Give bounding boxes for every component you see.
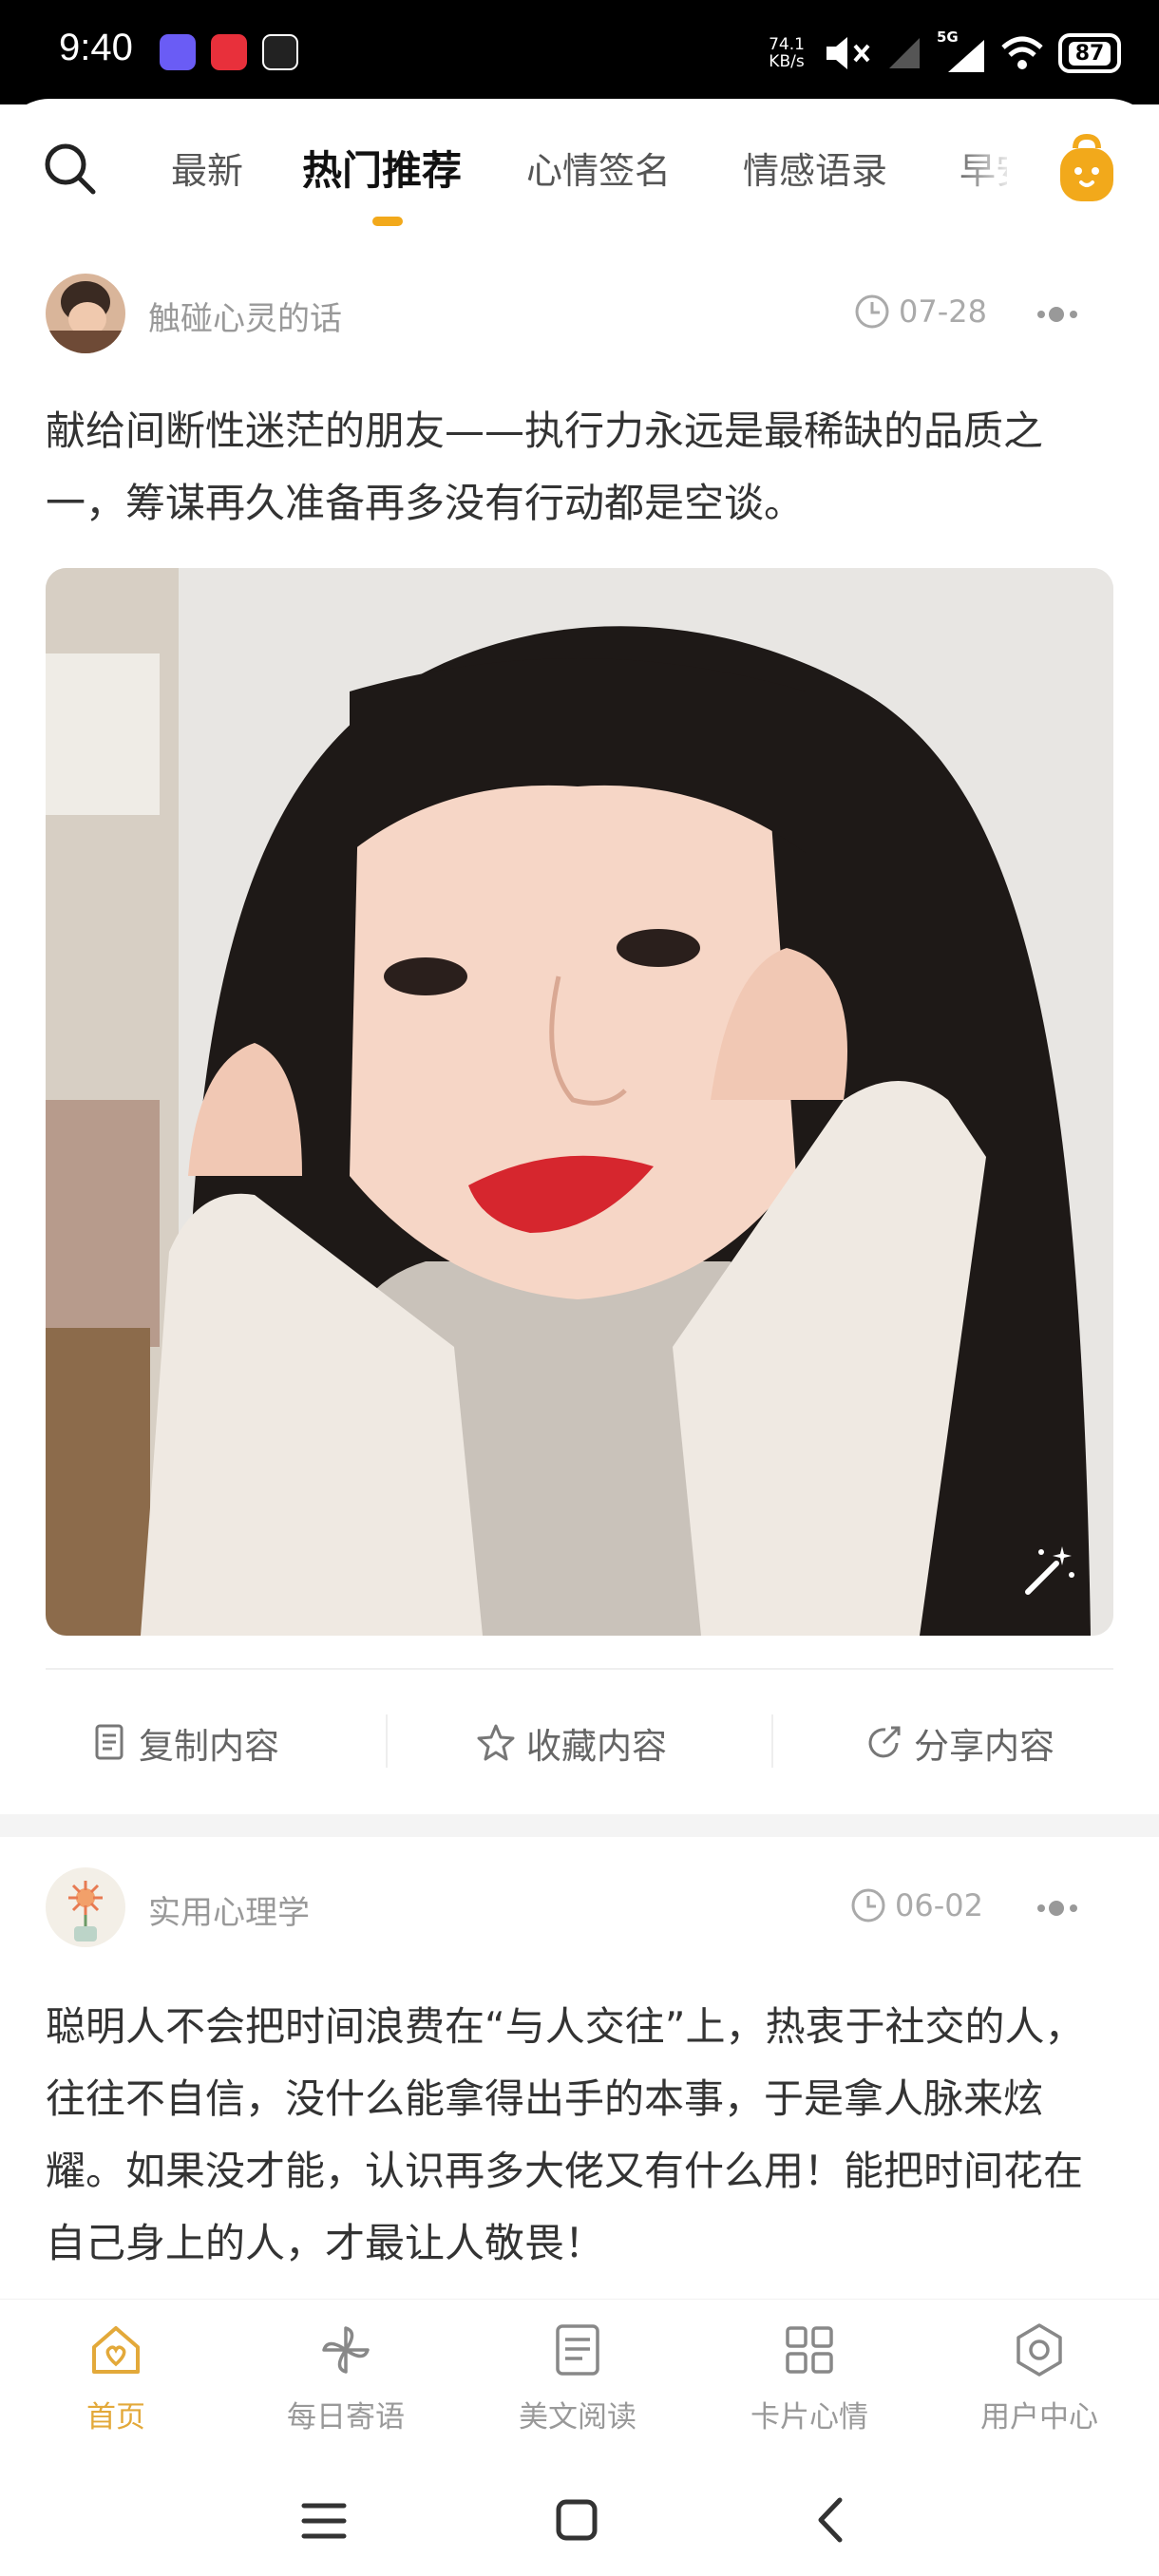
action-separator bbox=[771, 1714, 773, 1768]
notification-app-icon bbox=[262, 34, 298, 70]
author-name[interactable]: 实用心理学 bbox=[148, 1886, 310, 1933]
post-image[interactable] bbox=[46, 568, 1113, 1636]
category-tabs: 最新 热门推荐 心情签名 情感语录 早安 bbox=[171, 142, 1007, 199]
signal-5g-icon: 5G bbox=[937, 28, 986, 74]
system-navigation-bar bbox=[0, 2460, 1159, 2576]
active-tab-indicator bbox=[372, 217, 403, 226]
backpack-icon[interactable] bbox=[1049, 131, 1125, 207]
network-speed-unit: KB/s bbox=[769, 52, 805, 71]
favorite-content-button[interactable]: 收藏内容 bbox=[475, 1710, 667, 1776]
post-date-text: 07-28 bbox=[899, 294, 987, 330]
post-text: 聪明人不会把时间浪费在“与人交往”上，热衷于社交的人，往往不自信，没什么能拿得出… bbox=[46, 2003, 1085, 2266]
post-header: 触碰心灵的话 07-28 bbox=[0, 272, 1159, 357]
mute-icon bbox=[826, 37, 870, 69]
battery-indicator: 87 bbox=[1058, 33, 1121, 73]
post-text: 献给间断性迷茫的朋友——执行力永远是最稀缺的品质之一，筹谋再久准备再多没有行动都… bbox=[46, 407, 1044, 526]
notification-app-icon bbox=[160, 34, 196, 70]
home-button-icon[interactable] bbox=[555, 2498, 598, 2542]
divider bbox=[46, 1668, 1113, 1670]
clock-icon bbox=[851, 1888, 885, 1923]
avatar[interactable] bbox=[46, 1867, 125, 1947]
nav-label: 每日寄语 bbox=[287, 2400, 405, 2434]
avatar[interactable] bbox=[46, 274, 125, 353]
nav-label: 用户中心 bbox=[980, 2400, 1098, 2434]
nav-label: 美文阅读 bbox=[519, 2400, 636, 2434]
network-speed-value: 74.1 bbox=[769, 35, 805, 54]
bottom-navigation: 首页 每日寄语 美文阅读 卡片心情 用户中心 bbox=[0, 2299, 1159, 2461]
tab-fade-overlay bbox=[950, 133, 1016, 218]
battery-level: 87 bbox=[1068, 41, 1112, 66]
nav-reading[interactable]: 美文阅读 bbox=[492, 2320, 663, 2444]
status-time: 9:40 bbox=[59, 27, 133, 68]
share-content-label: 分享内容 bbox=[914, 1726, 1054, 1767]
status-indicators: 74.1 KB/s 5G 87 bbox=[764, 25, 1121, 82]
star-icon bbox=[477, 1724, 515, 1761]
action-separator bbox=[386, 1714, 388, 1768]
share-content-button[interactable]: 分享内容 bbox=[863, 1710, 1054, 1776]
favorite-content-label: 收藏内容 bbox=[526, 1726, 667, 1767]
nav-user-center[interactable]: 用户中心 bbox=[954, 2320, 1125, 2444]
copy-content-button[interactable]: 复制内容 bbox=[91, 1710, 279, 1776]
settings-icon bbox=[1016, 2323, 1062, 2377]
document-icon bbox=[556, 2324, 599, 2376]
tab-latest[interactable]: 最新 bbox=[171, 142, 243, 199]
network-speed: 74.1 KB/s bbox=[764, 36, 809, 70]
tab-emotional-quotes[interactable]: 情感语录 bbox=[743, 142, 887, 199]
menu-icon[interactable] bbox=[300, 2500, 348, 2542]
nav-daily-message[interactable]: 每日寄语 bbox=[260, 2320, 431, 2444]
share-icon bbox=[868, 1726, 901, 1758]
signal-icon bbox=[889, 38, 920, 68]
magic-wand-icon[interactable] bbox=[1018, 1541, 1079, 1601]
more-options-icon[interactable] bbox=[1034, 1894, 1085, 1923]
nav-label: 首页 bbox=[86, 2400, 145, 2434]
nav-card-mood[interactable]: 卡片心情 bbox=[724, 2320, 895, 2444]
post-separator bbox=[0, 1814, 1159, 1837]
tab-mood-signature[interactable]: 心情签名 bbox=[526, 142, 671, 199]
post-date: 06-02 bbox=[849, 1886, 983, 1924]
pinwheel-icon bbox=[322, 2326, 370, 2374]
wifi-icon bbox=[1001, 36, 1043, 69]
author-name[interactable]: 触碰心灵的话 bbox=[148, 293, 342, 339]
post-header: 实用心理学 06-02 bbox=[0, 1866, 1159, 1951]
post-date: 07-28 bbox=[853, 293, 987, 331]
back-icon[interactable] bbox=[813, 2496, 847, 2544]
nav-label: 卡片心情 bbox=[750, 2400, 868, 2434]
nav-home[interactable]: 首页 bbox=[30, 2320, 201, 2444]
home-icon bbox=[92, 2326, 140, 2374]
more-options-icon[interactable] bbox=[1034, 300, 1085, 329]
notification-app-icon bbox=[211, 34, 247, 70]
search-icon[interactable] bbox=[42, 141, 99, 198]
grid-icon bbox=[786, 2326, 833, 2374]
tab-hot-recommend[interactable]: 热门推荐 bbox=[302, 142, 462, 199]
post-date-text: 06-02 bbox=[895, 1887, 983, 1923]
copy-content-label: 复制内容 bbox=[139, 1726, 279, 1767]
status-bar: 9:40 74.1 KB/s 5G 87 bbox=[0, 0, 1159, 104]
copy-icon bbox=[95, 1724, 124, 1760]
clock-icon bbox=[855, 294, 889, 329]
